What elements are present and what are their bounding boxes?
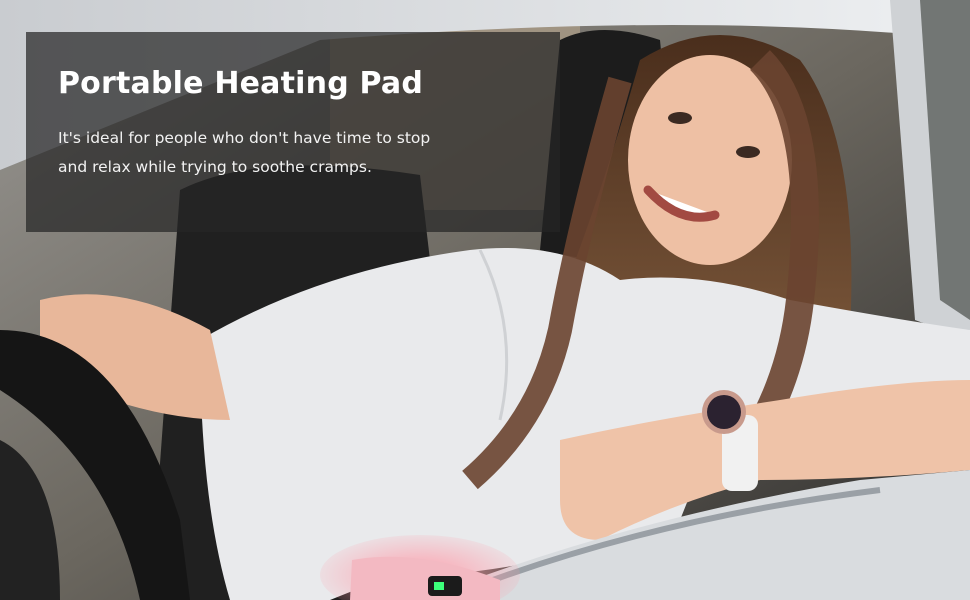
display-digits <box>434 582 444 590</box>
left-eye <box>668 112 692 124</box>
banner-title: Portable Heating Pad <box>58 66 424 101</box>
text-overlay: Portable Heating Pad It's ideal for peop… <box>26 32 560 232</box>
banner-description: It's ideal for people who don't have tim… <box>58 129 431 176</box>
digital-display-icon <box>428 576 462 596</box>
product-banner-scene: Portable Heating Pad It's ideal for peop… <box>0 0 970 600</box>
right-eye <box>736 146 760 158</box>
